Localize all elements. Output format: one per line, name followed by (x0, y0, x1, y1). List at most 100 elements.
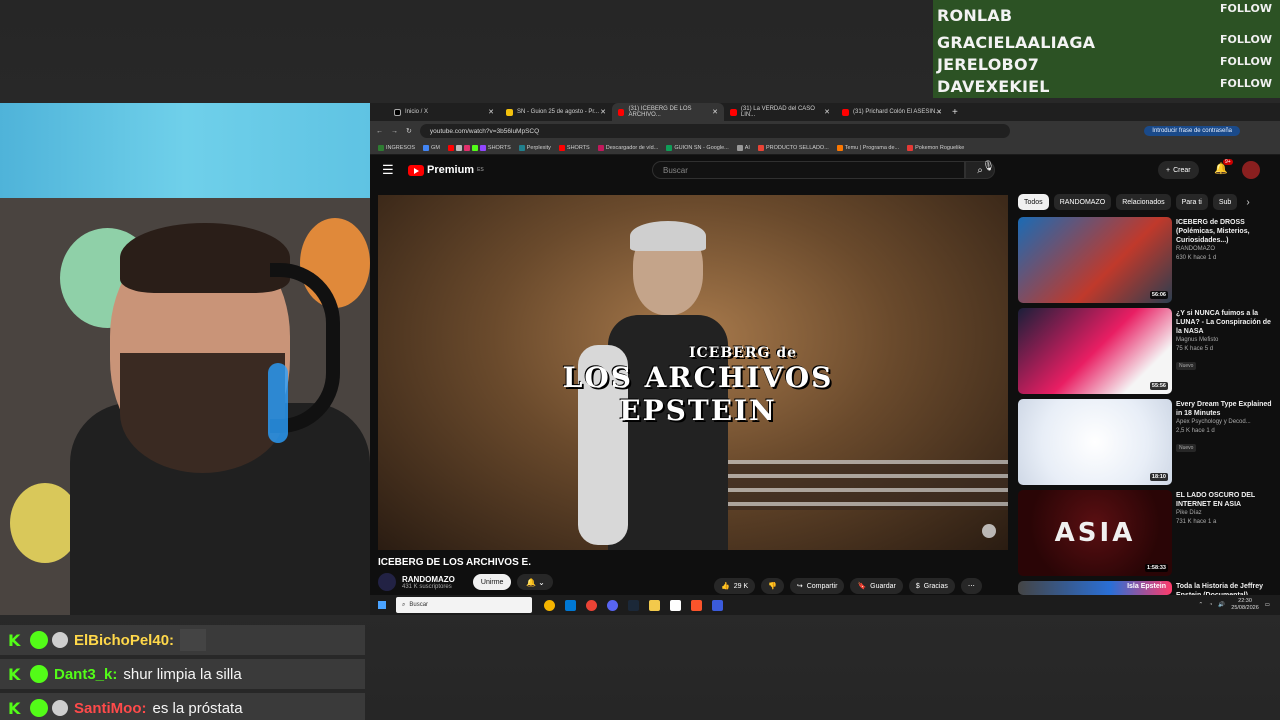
kick-icon: K (8, 698, 21, 718)
thanks-button[interactable]: $ Gracias (908, 578, 955, 594)
mic-icon[interactable]: 🎙 (982, 161, 995, 172)
video-thumbnail[interactable]: 56:06 (1018, 217, 1172, 303)
new-tab-button[interactable]: + (952, 107, 958, 118)
recommendation-title[interactable]: ¿Y si NUNCA fuimos a la LUNA? - La Consp… (1176, 309, 1273, 336)
browser-tab[interactable]: (31) Prichard Colón El ASESIN... ✕ (836, 103, 948, 121)
chip-subidos[interactable]: Sub (1212, 194, 1238, 210)
bookmark[interactable]: SHORTS (558, 144, 590, 151)
chip-relacionados[interactable]: Relacionados (1116, 194, 1171, 210)
recommendation-title[interactable]: Toda la Historia de Jeffrey Epstein (Doc… (1176, 582, 1273, 595)
youtube-logo[interactable]: Premium ES (408, 164, 484, 176)
chrome-active-icon[interactable] (586, 599, 597, 611)
video-thumbnail[interactable]: 55:56 (1018, 308, 1172, 394)
bookmark[interactable]: AI (736, 144, 750, 151)
password-prompt-button[interactable]: Introducir frase de contraseña (1144, 126, 1240, 136)
close-icon[interactable]: ✕ (488, 108, 494, 116)
outlook-icon[interactable] (565, 599, 576, 611)
video-player[interactable]: ICEBERG de LOS ARCHIVOS EPSTEIN (378, 195, 1008, 550)
bookmark[interactable]: Perplexity (518, 144, 551, 151)
volume-icon[interactable]: 🔊 (1218, 602, 1225, 608)
notepad-icon[interactable] (670, 599, 681, 611)
menu-icon[interactable]: ☰ (382, 162, 402, 178)
cam-background-lights (0, 103, 370, 198)
more-button[interactable]: ⋯ (960, 578, 982, 594)
chip-randomazo[interactable]: RANDOMAZO (1053, 194, 1112, 210)
verified-badge-icon (52, 632, 68, 648)
share-button[interactable]: ↪ Compartir (789, 578, 845, 594)
browser-tab[interactable]: SN - Guion 25 de agosto - Pr... ✕ (500, 103, 612, 121)
tab-title: (31) ICEBERG DE LOS ARCHIVO... (628, 106, 692, 118)
recommendation-item[interactable]: Isla Epstein Toda la Historia de Jeffrey… (1018, 581, 1273, 595)
bookmark[interactable]: Temu | Programa de... (836, 144, 899, 151)
channel-watermark-icon[interactable] (982, 524, 996, 538)
twitch-icon (479, 144, 486, 151)
chrome-icon[interactable] (544, 599, 555, 611)
recommendation-item[interactable]: 56:06 ICEBERG de DROSS (Polémicas, Miste… (1018, 217, 1273, 303)
subscriber-badge-icon (30, 631, 48, 649)
windows-start-icon[interactable] (378, 601, 386, 609)
save-button[interactable]: 🔖 Guardar (850, 578, 903, 594)
browser-tab[interactable]: Inicio / X ✕ (388, 103, 500, 121)
bookmark[interactable]: PRODUCTO SELLADO... (757, 144, 829, 151)
bookmark[interactable]: INGRESOS (378, 144, 415, 151)
chat-username: SantiMoo: (74, 699, 147, 717)
bookmark[interactable]: Pokemon Roguelike (907, 144, 964, 151)
bookmark-icon (597, 144, 604, 151)
browser-tab[interactable]: (31) La VERDAD del CASO LIN... ✕ (724, 103, 836, 121)
chevron-up-icon[interactable]: ⌃ (1198, 602, 1203, 608)
video-thumbnail[interactable]: 18:10 (1018, 399, 1172, 485)
reload-icon[interactable]: ↻ (406, 127, 412, 135)
account-avatar[interactable] (1242, 161, 1260, 179)
recommendation-item[interactable]: ASIA 1:58:33 EL LADO OSCURO DEL INTERNET… (1018, 490, 1273, 576)
subscription-bell-button[interactable]: 🔔 ⌄ (517, 574, 554, 590)
bookmark[interactable]: GM (423, 144, 440, 151)
windows-taskbar: ⌕ Buscar ⌃ ◔ 🔊 22:30 25/08/2026 ▭ (370, 595, 1280, 615)
chip-para-ti[interactable]: Para ti (1175, 194, 1208, 210)
video-duration: 1:58:33 (1145, 564, 1168, 572)
recommendation-title[interactable]: Every Dream Type Explained in 18 Minutes (1176, 400, 1273, 418)
video-duration: 55:56 (1149, 382, 1168, 390)
close-icon[interactable]: ✕ (824, 108, 830, 116)
notification-center-icon[interactable]: ▭ (1265, 602, 1270, 608)
wifi-icon[interactable]: ◔ (1209, 602, 1212, 608)
recommendation-title[interactable]: ICEBERG de DROSS (Polémicas, Misterios, … (1176, 218, 1273, 245)
close-icon[interactable]: ✕ (712, 108, 718, 116)
bookmark[interactable]: Descargador de víd... (597, 144, 658, 151)
channel-avatar[interactable] (378, 573, 396, 591)
discord-icon[interactable] (607, 599, 618, 611)
recommendation-title[interactable]: EL LADO OSCURO DEL INTERNET EN ASIA (1176, 491, 1273, 509)
bookmark[interactable]: SHORTS (447, 144, 511, 151)
forward-icon[interactable]: → (391, 128, 398, 135)
brave-icon[interactable] (691, 599, 702, 611)
create-button[interactable]: + Crear (1158, 161, 1199, 179)
clock-date: 25/08/2026 (1231, 605, 1259, 611)
video-thumbnail[interactable]: Isla Epstein (1018, 581, 1172, 595)
recommendation-item[interactable]: 18:10 Every Dream Type Explained in 18 M… (1018, 399, 1273, 485)
close-icon[interactable]: ✕ (600, 108, 606, 116)
app-icon[interactable] (712, 599, 723, 611)
taskbar-search-input[interactable]: ⌕ Buscar (396, 597, 532, 613)
dislike-button[interactable]: 👎 (761, 578, 784, 594)
tab-title: (31) Prichard Colón El ASESIN... (853, 109, 941, 115)
steam-icon[interactable] (628, 599, 639, 611)
close-icon[interactable]: ✕ (936, 108, 942, 116)
recommendation-meta: 2,5 K hace 1 d (1176, 428, 1215, 434)
like-button[interactable]: 👍 29 K (714, 578, 756, 594)
filter-chips: Todos RANDOMAZO Relacionados Para ti Sub… (1018, 194, 1250, 210)
chevron-right-icon[interactable]: › (1246, 197, 1249, 208)
taskbar-apps (544, 599, 723, 611)
clock[interactable]: 22:30 25/08/2026 (1231, 598, 1259, 612)
join-button[interactable]: Unirme (472, 574, 512, 590)
video-thumbnail[interactable]: ASIA 1:58:33 (1018, 490, 1172, 576)
chip-todos[interactable]: Todos (1018, 194, 1049, 210)
video-background (708, 460, 1008, 510)
search-input[interactable]: Buscar (652, 161, 965, 179)
bookmark[interactable]: GUION SN - Google... (666, 144, 729, 151)
channel-name[interactable]: RANDOMAZO (402, 575, 455, 584)
recommendation-item[interactable]: 55:56 ¿Y si NUNCA fuimos a la LUNA? - La… (1018, 308, 1273, 394)
url-field[interactable]: youtube.com/watch?v=3b56luMpSCQ (419, 124, 1010, 138)
browser-tab-active[interactable]: (31) ICEBERG DE LOS ARCHIVO... ✕ (612, 103, 724, 121)
folder-icon[interactable] (649, 599, 660, 611)
instagram-icon (463, 144, 470, 151)
back-icon[interactable]: ← (376, 128, 383, 135)
